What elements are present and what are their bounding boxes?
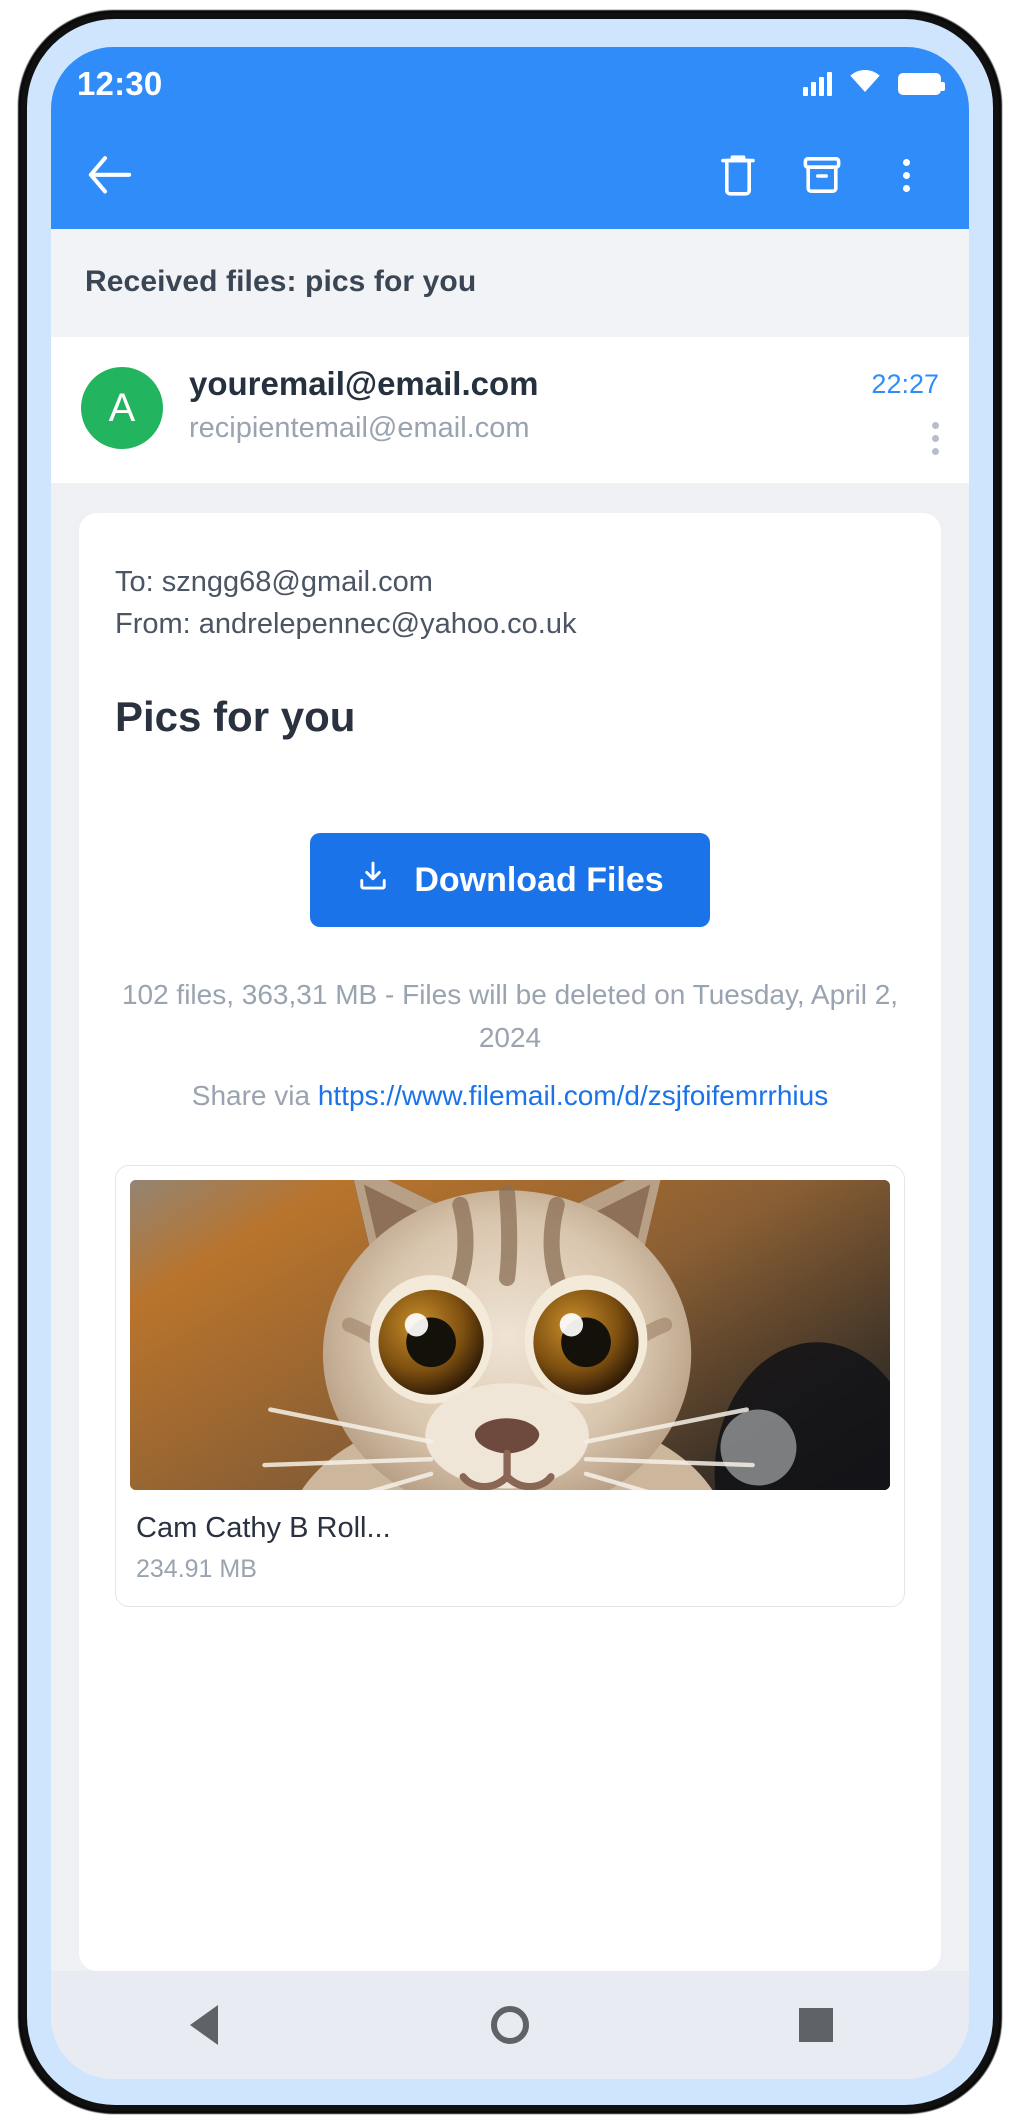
sender-text-block: youremail@email.com recipientemail@email… [189,363,861,447]
share-link[interactable]: https://www.filemail.com/d/zsjfoifemrrhi… [318,1080,828,1111]
status-bar: 12:30 [51,47,969,121]
share-via-line: Share via https://www.filemail.com/d/zsj… [115,1074,905,1117]
attachment-thumbnail[interactable] [130,1180,890,1491]
kitten-photo [130,1180,890,1491]
files-info-text: 102 files, 363,31 MB - Files will be del… [121,979,899,1054]
nav-home-button[interactable] [465,1990,555,2060]
from-line: From: andrelepennec@yahoo.co.uk [115,608,577,641]
phone-screen: 12:30 Received files: pics for you A you… [51,47,969,2079]
archive-icon[interactable] [793,146,851,204]
sender-meta: 22:27 [871,363,939,455]
more-options-icon[interactable] [877,146,935,204]
status-icons [803,69,945,99]
message-time: 22:27 [871,369,939,399]
to-line: To: szngg68@gmail.com [115,566,433,598]
nav-recents-button[interactable] [771,1990,861,2060]
attachment-card[interactable]: Cam Cathy B Roll... 234.91 MB [115,1165,905,1608]
wifi-icon [849,69,881,99]
android-nav-bar [51,1971,969,2079]
attachment-size: 234.91 MB [136,1555,257,1584]
signal-icon [803,72,832,96]
download-button-label: Download Files [414,860,664,899]
subject-text: Received files: pics for you [85,265,477,298]
message-more-icon[interactable] [932,422,939,455]
sender-recipient: recipientemail@email.com [189,412,530,445]
email-content-card: To: szngg68@gmail.com From: andrelepenne… [79,513,941,1971]
phone-bezel: 12:30 Received files: pics for you A you… [27,19,993,2105]
trash-icon[interactable] [709,146,767,204]
app-toolbar [51,121,969,229]
back-arrow-icon[interactable] [81,146,139,204]
download-button-wrap: Download Files [115,833,905,928]
download-files-button[interactable]: Download Files [310,833,710,928]
avatar: A [81,367,163,449]
download-icon [356,859,390,902]
share-prefix-label: Share via [191,1079,318,1111]
email-body-scroll[interactable]: To: szngg68@gmail.com From: andrelepenne… [51,483,969,1971]
email-heading: Pics for you [115,693,356,741]
attachment-name: Cam Cathy B Roll... [136,1512,391,1545]
toolbar-actions [709,146,935,204]
nav-back-button[interactable] [159,1990,249,2060]
subject-bar: Received files: pics for you [51,229,969,337]
battery-icon [898,73,945,95]
status-time: 12:30 [77,65,163,102]
screenshot-stage: 12:30 Received files: pics for you A you… [0,0,1020,2124]
sender-row[interactable]: A youremail@email.com recipientemail@ema… [51,337,969,483]
sender-name: youremail@email.com [189,365,539,402]
